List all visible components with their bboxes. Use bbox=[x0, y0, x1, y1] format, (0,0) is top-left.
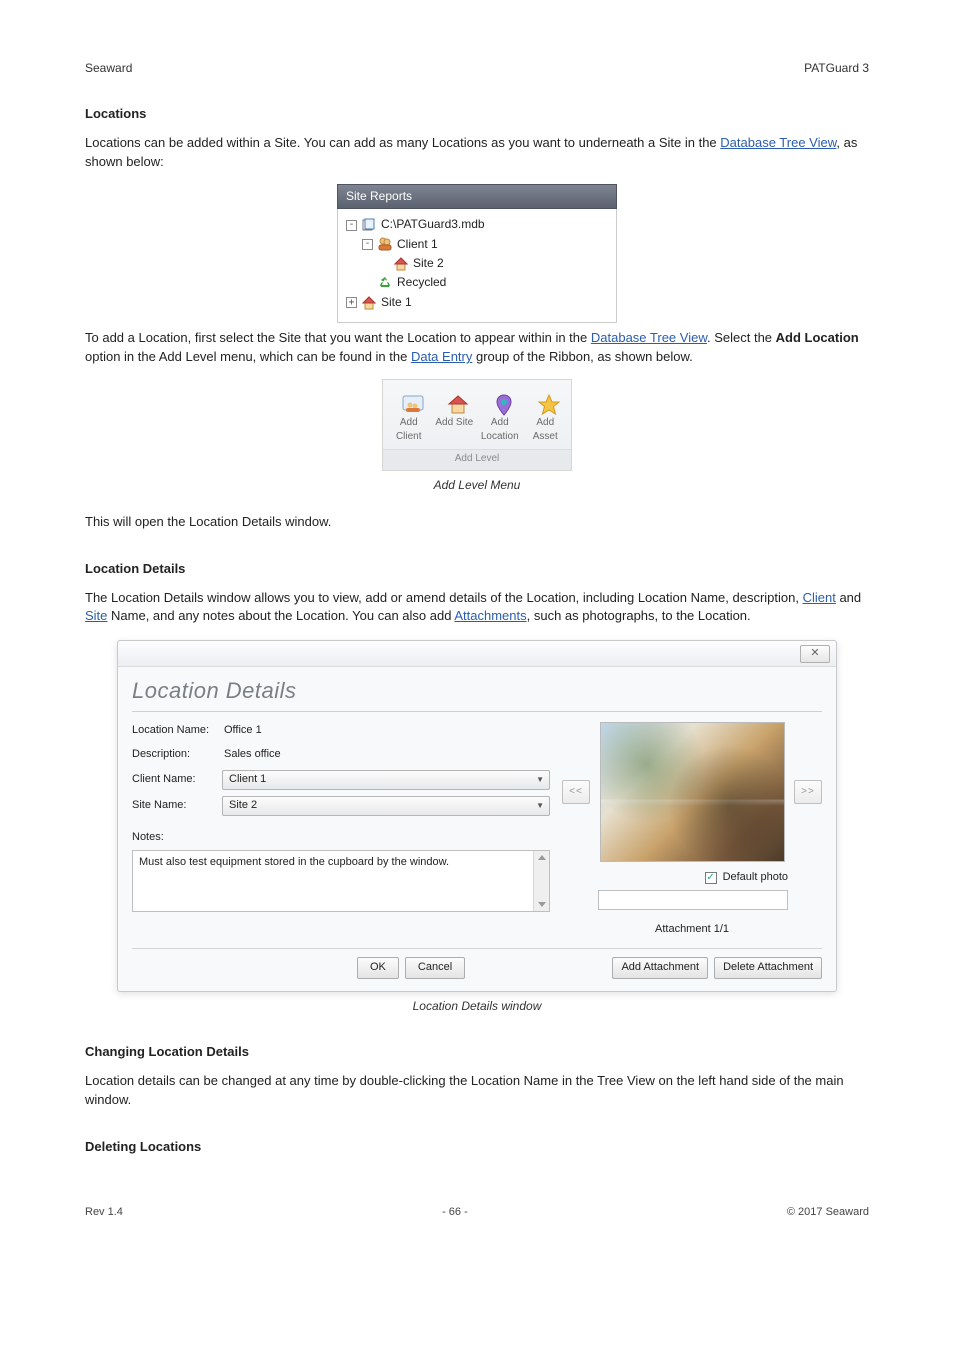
add-location-para: To add a Location, first select the Site… bbox=[85, 329, 869, 367]
expand-icon[interactable]: - bbox=[346, 220, 357, 231]
dialog-caption: Location Details window bbox=[85, 998, 869, 1015]
tree-site2-label: Site 2 bbox=[413, 255, 444, 272]
tree-recycled-label: Recycled bbox=[397, 274, 446, 291]
dialog-titlebar: ✕ bbox=[118, 641, 836, 667]
link-data-entry[interactable]: Data Entry bbox=[411, 349, 472, 364]
footer-page: - 66 - bbox=[442, 1205, 468, 1221]
label-location-name: Location Name: bbox=[132, 723, 222, 739]
tree-root-label: C:\PATGuard3.mdb bbox=[381, 216, 485, 233]
page-header: Seaward PATGuard 3 bbox=[85, 60, 869, 77]
chevron-down-icon: ▼ bbox=[536, 774, 547, 786]
ok-button[interactable]: OK bbox=[357, 957, 399, 979]
footer-copyright: © 2017 Seaward bbox=[787, 1205, 869, 1221]
label-site-name: Site Name: bbox=[132, 798, 222, 814]
add-site-button[interactable]: Add Site bbox=[433, 386, 477, 447]
changing-para: Location details can be changed at any t… bbox=[85, 1072, 869, 1110]
ribbon-caption: Add Level Menu bbox=[85, 477, 869, 494]
location-details-para: The Location Details window allows you t… bbox=[85, 589, 869, 627]
locations-heading: Locations bbox=[85, 105, 869, 124]
tree-row-client[interactable]: - Client 1 bbox=[346, 235, 608, 254]
prev-attachment-button[interactable]: << bbox=[562, 780, 590, 804]
tree-row-site2[interactable]: Site 2 bbox=[346, 254, 608, 273]
default-photo-label: Default photo bbox=[723, 870, 788, 886]
changing-heading: Changing Location Details bbox=[85, 1043, 869, 1062]
notes-textarea[interactable]: Must also test equipment stored in the c… bbox=[132, 850, 550, 912]
open-dialog-para: This will open the Location Details wind… bbox=[85, 513, 869, 532]
location-pin-icon bbox=[492, 393, 508, 409]
add-asset-button[interactable]: Add Asset bbox=[524, 386, 568, 447]
close-button[interactable]: ✕ bbox=[800, 645, 830, 663]
client-large-icon bbox=[401, 393, 417, 409]
doc-company: Seaward bbox=[85, 60, 132, 77]
chevron-down-icon: ▼ bbox=[536, 800, 547, 812]
recycle-icon bbox=[377, 275, 393, 291]
tree-body: - C:\PATGuard3.mdb - Client 1 Site 2 bbox=[337, 209, 617, 323]
tree-row-recycled[interactable]: Recycled bbox=[346, 273, 608, 292]
add-attachment-button[interactable]: Add Attachment bbox=[612, 957, 708, 979]
scrollbar[interactable] bbox=[533, 851, 549, 911]
label-client-name: Client Name: bbox=[132, 772, 222, 788]
tree-row-site1[interactable]: + Site 1 bbox=[346, 293, 608, 312]
link-db-tree-view[interactable]: Database Tree View bbox=[720, 135, 836, 150]
asset-star-icon bbox=[537, 393, 553, 409]
ribbon-group-label: Add Level bbox=[383, 449, 571, 471]
select-site-name[interactable]: Site 2 ▼ bbox=[222, 796, 550, 816]
link-attachments[interactable]: Attachments bbox=[454, 608, 526, 623]
dialog-heading: Location Details bbox=[132, 675, 822, 712]
delete-attachment-button[interactable]: Delete Attachment bbox=[714, 957, 822, 979]
input-location-name[interactable]: Office 1 bbox=[222, 722, 550, 740]
ribbon-add-level: Add Client Add Site Add Location Add Ass… bbox=[382, 379, 572, 472]
tree-row-root[interactable]: - C:\PATGuard3.mdb bbox=[346, 215, 608, 234]
add-location-button[interactable]: Add Location bbox=[478, 386, 522, 447]
location-details-dialog: ✕ Location Details Location Name: Office… bbox=[117, 640, 837, 992]
tree-title: Site Reports bbox=[337, 184, 617, 209]
attachment-description-input[interactable] bbox=[598, 890, 788, 910]
cancel-button[interactable]: Cancel bbox=[405, 957, 465, 979]
tree-view-panel: Site Reports - C:\PATGuard3.mdb - Client… bbox=[337, 184, 617, 323]
attachment-counter: Attachment 1/1 bbox=[562, 922, 822, 938]
expand-icon[interactable]: + bbox=[346, 297, 357, 308]
site-icon bbox=[393, 256, 409, 272]
link-db-tree-view-2[interactable]: Database Tree View bbox=[591, 330, 707, 345]
deleting-heading: Deleting Locations bbox=[85, 1138, 869, 1157]
locations-intro: Locations can be added within a Site. Yo… bbox=[85, 134, 869, 172]
input-description[interactable]: Sales office bbox=[222, 746, 550, 764]
site-icon bbox=[361, 295, 377, 311]
link-client[interactable]: Client bbox=[803, 590, 836, 605]
tree-client-label: Client 1 bbox=[397, 236, 438, 253]
doc-title: PATGuard 3 bbox=[804, 60, 869, 77]
footer-rev: Rev 1.4 bbox=[85, 1205, 123, 1221]
select-client-name[interactable]: Client 1 ▼ bbox=[222, 770, 550, 790]
close-icon: ✕ bbox=[810, 646, 819, 662]
attachment-photo bbox=[600, 722, 785, 862]
site-large-icon bbox=[446, 393, 462, 409]
database-icon bbox=[361, 217, 377, 233]
label-description: Description: bbox=[132, 747, 222, 763]
client-icon bbox=[377, 236, 393, 252]
expand-icon[interactable]: - bbox=[362, 239, 373, 250]
add-client-button[interactable]: Add Client bbox=[387, 386, 431, 447]
default-photo-checkbox[interactable]: ✓ bbox=[705, 872, 717, 884]
next-attachment-button[interactable]: >> bbox=[794, 780, 822, 804]
link-site[interactable]: Site bbox=[85, 608, 107, 623]
tree-site1-label: Site 1 bbox=[381, 294, 412, 311]
label-notes: Notes: bbox=[132, 830, 550, 846]
page-footer: Rev 1.4 - 66 - © 2017 Seaward bbox=[85, 1205, 869, 1221]
location-details-heading: Location Details bbox=[85, 560, 869, 579]
